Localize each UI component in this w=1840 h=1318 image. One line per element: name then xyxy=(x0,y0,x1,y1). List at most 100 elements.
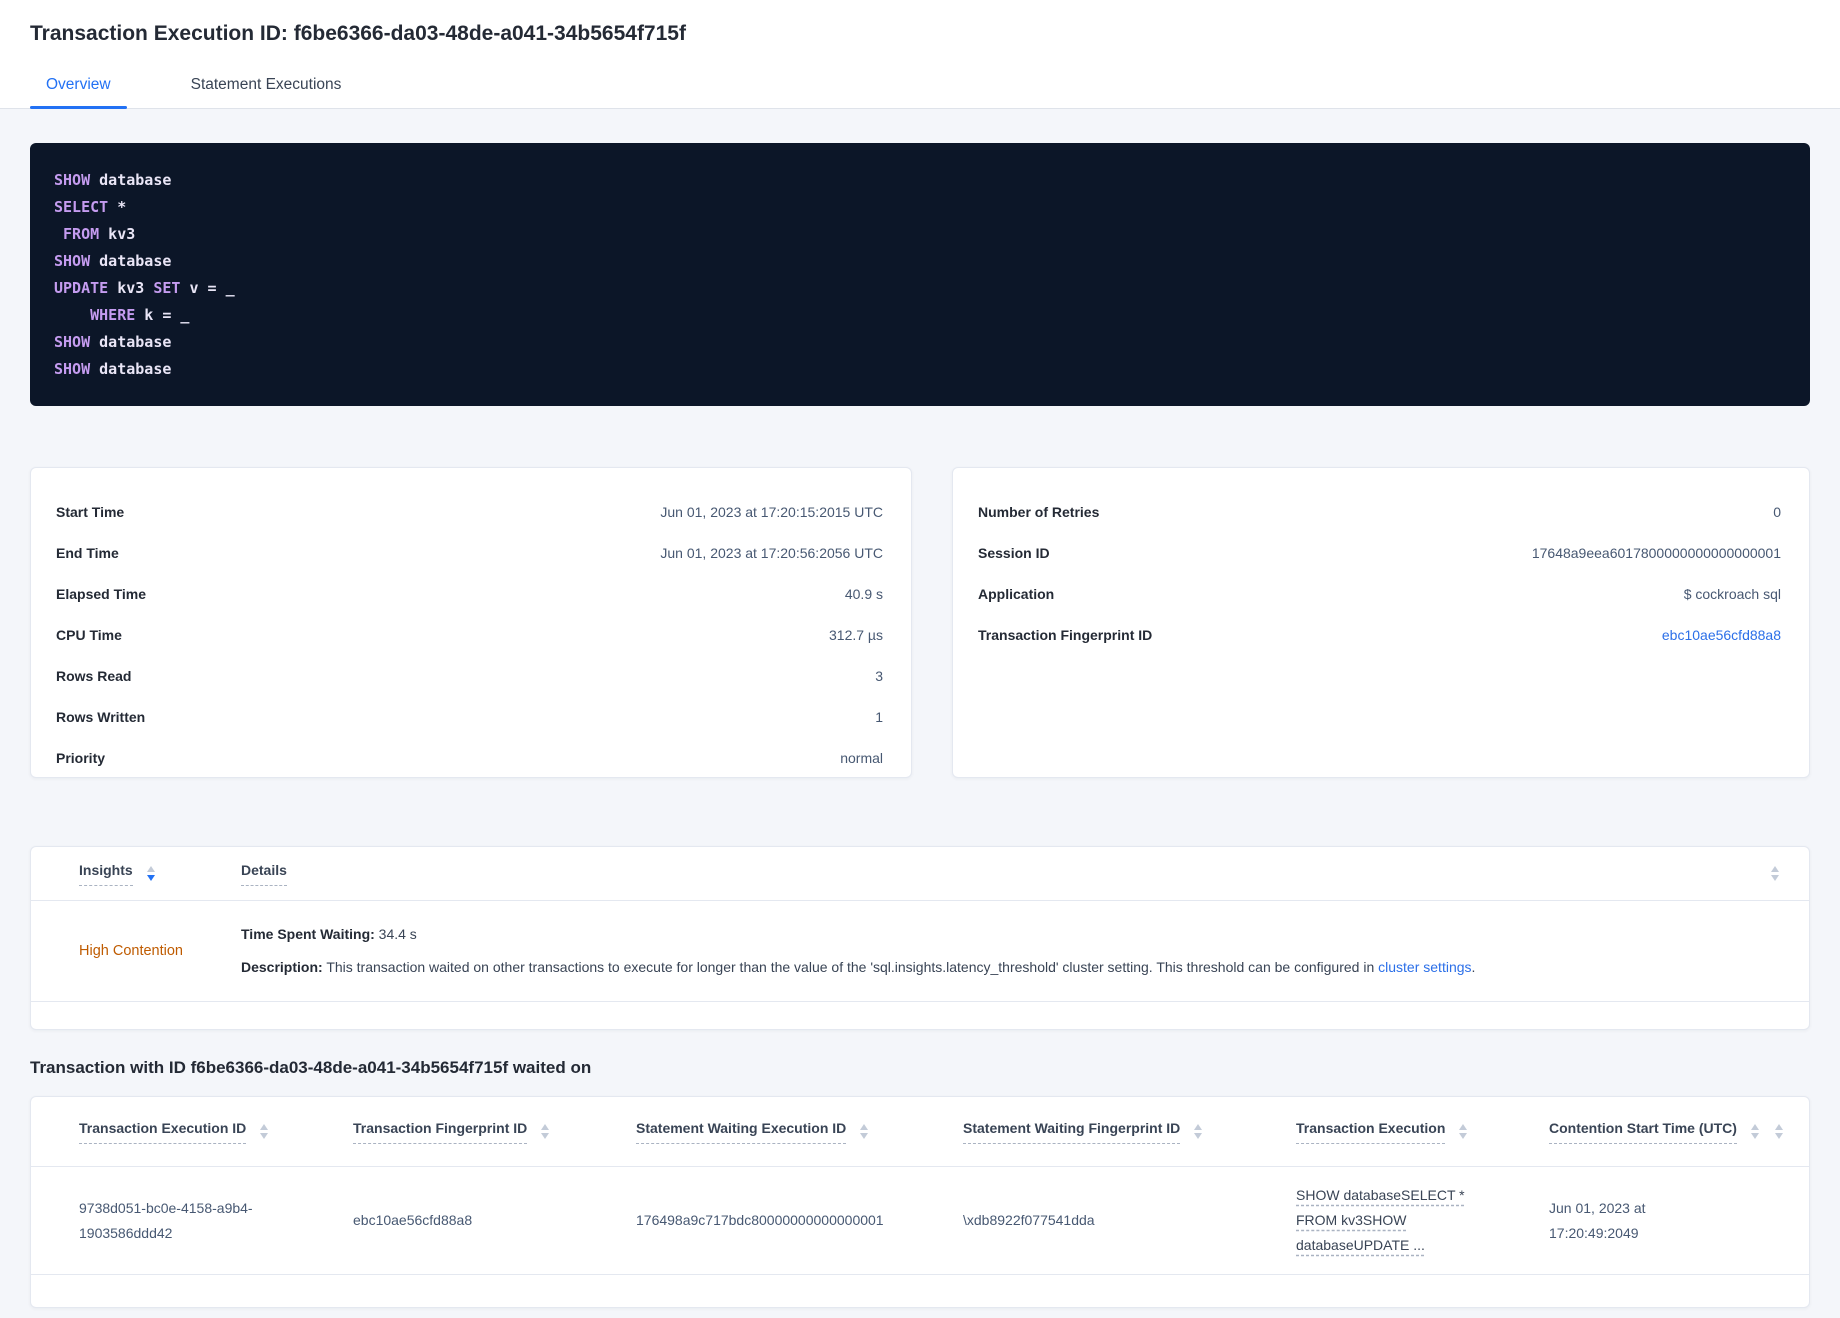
summary-row: Rows Written 1 xyxy=(56,696,883,737)
column-header-insights[interactable]: Insights xyxy=(79,862,241,886)
tab-overview[interactable]: Overview xyxy=(30,76,127,109)
sort-up-arrow xyxy=(860,1124,869,1130)
sql-line: SHOW database xyxy=(54,329,1786,356)
insight-waiting-line: Time Spent Waiting: 34.4 s xyxy=(241,918,1743,951)
column-header-contention-start-time-utc-[interactable]: Contention Start Time (UTC) xyxy=(1549,1120,1759,1144)
summary-row: Session ID 17648a9eea60178000000000000000… xyxy=(978,532,1781,573)
description-label: Description: xyxy=(241,959,323,975)
summary-value: 1 xyxy=(875,708,883,725)
column-header-label: Contention Start Time (UTC) xyxy=(1549,1120,1737,1144)
summary-label: Priority xyxy=(56,749,106,766)
sort-up-arrow xyxy=(1775,1124,1783,1130)
sort-up-arrow xyxy=(1194,1124,1203,1130)
sql-line: WHERE k = _ xyxy=(54,302,1786,329)
page-header: Transaction Execution ID: f6be6366-da03-… xyxy=(0,0,1840,109)
summary-row: Priority normal xyxy=(56,737,883,778)
table-sort-icon-cell[interactable] xyxy=(1743,1124,1783,1139)
sort-down-arrow xyxy=(860,1133,869,1139)
column-header-label: Insights xyxy=(79,862,133,886)
column-header-statement-waiting-fingerprint-id[interactable]: Statement Waiting Fingerprint ID xyxy=(963,1120,1296,1144)
waited-on-table-card: Transaction Execution ID Transaction Fing… xyxy=(30,1096,1810,1308)
tab-statement-executions[interactable]: Statement Executions xyxy=(175,76,358,108)
table-row: 9738d051-bc0e-4158-a9b4-1903586ddd42 ebc… xyxy=(31,1167,1809,1275)
sort-arrows-icon xyxy=(260,1124,269,1139)
sort-up-arrow xyxy=(146,866,155,872)
column-header-statement-waiting-execution-id[interactable]: Statement Waiting Execution ID xyxy=(636,1120,963,1144)
column-header-label: Statement Waiting Fingerprint ID xyxy=(963,1120,1181,1144)
sql-line: SELECT * xyxy=(54,194,1786,221)
sql-text: database xyxy=(90,333,172,351)
sort-arrows-icon xyxy=(1194,1124,1203,1139)
summary-value: 312.7 µs xyxy=(829,626,883,643)
sort-up-arrow xyxy=(1459,1124,1468,1130)
fingerprint-link[interactable]: ebc10ae56cfd88a8 xyxy=(1662,627,1781,643)
description-suffix: . xyxy=(1471,959,1476,975)
summary-row: Rows Read 3 xyxy=(56,655,883,696)
column-header-label: Details xyxy=(241,862,287,886)
sort-arrows-icon xyxy=(1771,866,1779,881)
sort-up-arrow xyxy=(260,1124,269,1130)
sql-keyword: SHOW xyxy=(54,333,91,351)
summary-row: Start Time Jun 01, 2023 at 17:20:15:2015 … xyxy=(56,491,883,532)
column-header-label: Statement Waiting Execution ID xyxy=(636,1120,847,1144)
sql-text: kv3 xyxy=(108,279,154,297)
sort-up-arrow xyxy=(541,1124,550,1130)
column-header-transaction-fingerprint-id[interactable]: Transaction Fingerprint ID xyxy=(353,1120,636,1144)
sort-arrows-icon xyxy=(860,1124,869,1139)
page-title: Transaction Execution ID: f6be6366-da03-… xyxy=(30,22,686,45)
summary-label: Rows Written xyxy=(56,708,146,725)
summary-label: Transaction Fingerprint ID xyxy=(978,626,1153,643)
sql-text: database xyxy=(90,360,172,378)
summary-label: Session ID xyxy=(978,544,1050,561)
summary-value: 0 xyxy=(1773,503,1781,520)
insight-badge: High Contention xyxy=(79,943,183,959)
cell-statement-waiting-execution-id: 176498a9c717bdc80000000000000001 xyxy=(636,1212,884,1228)
sql-keyword: SHOW xyxy=(54,171,91,189)
sort-arrows-icon xyxy=(146,866,155,881)
column-header-details[interactable]: Details xyxy=(241,862,1743,886)
summary-value: 40.9 s xyxy=(844,585,883,602)
column-header-label: Transaction Fingerprint ID xyxy=(353,1120,528,1144)
summary-value: Jun 01, 2023 at 17:20:15:2015 UTC xyxy=(660,503,883,520)
transaction-execution-link[interactable]: SHOW databaseSELECT * FROM kv3SHOW datab… xyxy=(1296,1183,1474,1258)
column-header-transaction-execution-id[interactable]: Transaction Execution ID xyxy=(79,1120,353,1144)
insights-table-header: Insights Details xyxy=(31,847,1809,901)
sql-keyword: WHERE xyxy=(90,306,136,324)
sql-keyword: SHOW xyxy=(54,252,91,270)
summary-label: End Time xyxy=(56,544,119,561)
sort-arrows-icon xyxy=(1775,1124,1783,1139)
cell-transaction-execution-id: 9738d051-bc0e-4158-a9b4-1903586ddd42 xyxy=(79,1199,253,1241)
cell-transaction-execution: SHOW databaseSELECT * FROM kv3SHOW datab… xyxy=(1296,1183,1549,1258)
summary-label: Application xyxy=(978,585,1055,602)
waiting-label: Time Spent Waiting: xyxy=(241,926,375,942)
summary-row: CPU Time 312.7 µs xyxy=(56,614,883,655)
sql-line: SHOW database xyxy=(54,167,1786,194)
tab-bar: Overview Statement Executions xyxy=(30,76,1810,109)
sql-line: UPDATE kv3 SET v = _ xyxy=(54,275,1786,302)
sql-keyword: SHOW xyxy=(54,360,91,378)
column-header-transaction-execution[interactable]: Transaction Execution xyxy=(1296,1120,1549,1144)
sort-down-arrow xyxy=(1775,1133,1783,1139)
page-content: SHOW database SELECT * FROM kv3 SHOW datab… xyxy=(0,143,1840,1308)
sort-down-arrow xyxy=(260,1133,269,1139)
sql-text: k = _ xyxy=(135,306,190,324)
sort-up-arrow xyxy=(1771,866,1779,872)
summary-value: normal xyxy=(840,749,883,766)
sql-text: database xyxy=(90,252,172,270)
sql-keyword: SELECT xyxy=(54,198,109,216)
column-header-label: Transaction Execution xyxy=(1296,1120,1446,1144)
summary-card-left: Start Time Jun 01, 2023 at 17:20:15:2015 … xyxy=(30,467,912,778)
sql-statements-box: SHOW database SELECT * FROM kv3 SHOW datab… xyxy=(30,143,1810,406)
summary-row: Elapsed Time 40.9 s xyxy=(56,573,883,614)
summary-cards-row: Start Time Jun 01, 2023 at 17:20:15:2015 … xyxy=(30,467,1810,778)
sql-keyword: UPDATE xyxy=(54,279,109,297)
description-text: This transaction waited on other transac… xyxy=(326,959,1375,975)
sql-text: database xyxy=(90,171,172,189)
cluster-settings-link[interactable]: cluster settings xyxy=(1378,959,1471,975)
table-sort-icon-cell[interactable] xyxy=(1743,866,1779,881)
waited-on-heading: Transaction with ID f6be6366-da03-48de-a… xyxy=(30,1058,592,1077)
insight-description-line: Description: This transaction waited on … xyxy=(241,951,1743,984)
sort-down-arrow xyxy=(1194,1133,1203,1139)
